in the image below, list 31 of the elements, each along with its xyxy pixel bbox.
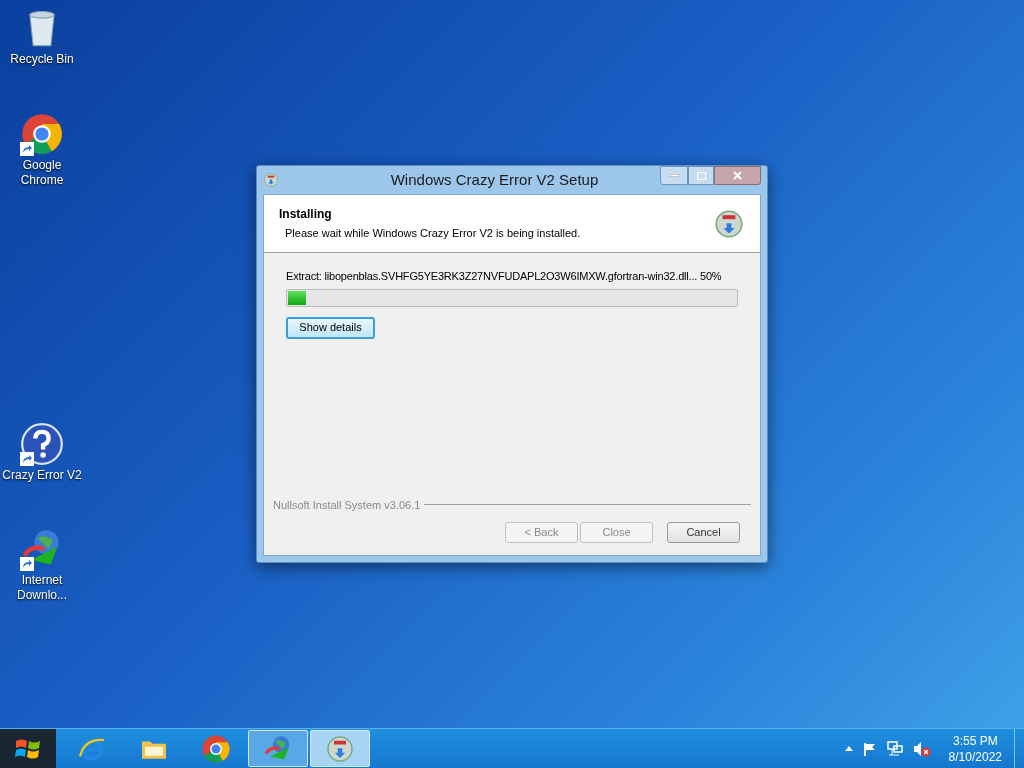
show-details-button[interactable]: Show details — [286, 316, 375, 339]
header-subtitle: Please wait while Windows Crazy Error V2 is being installed. — [285, 226, 582, 242]
clock-time[interactable]: 3:55 PM — [952, 732, 998, 749]
clock-date[interactable]: 8/10/2022 — [948, 748, 1002, 765]
close-button[interactable] — [714, 166, 761, 185]
taskbar-button[interactable] — [248, 730, 308, 767]
installer-disc-icon — [325, 733, 355, 764]
status-text: Extract: libopenblas.SVHFG5YE3RK3Z27NVFUDAPL2O3W6IMXW.gfortran-win32.dll... 50% — [286, 269, 723, 284]
minimize-icon — [669, 174, 679, 177]
chrome-icon — [20, 112, 64, 156]
header-title: Installing — [279, 206, 333, 224]
desktop-icon-label[interactable]: Crazy Error V2 — [1, 468, 83, 483]
desktop-icon-label[interactable]: Internet Downlo... — [12, 573, 72, 603]
taskbar-button[interactable] — [310, 730, 370, 767]
chrome-icon — [201, 733, 231, 764]
installer-disc-icon — [713, 207, 745, 240]
network-icon[interactable] — [886, 741, 903, 756]
desktop-icon-label[interactable]: Recycle Bin — [1, 52, 83, 67]
dialog-button[interactable]: Cancel — [667, 522, 740, 543]
flag-icon[interactable] — [862, 741, 877, 756]
show-hidden-icons-icon[interactable] — [844, 746, 853, 751]
maximize-button[interactable] — [688, 166, 714, 185]
close-icon — [733, 171, 742, 180]
installer-disc-icon — [263, 172, 279, 188]
minimize-button[interactable] — [660, 166, 688, 185]
desktop-icon-label[interactable]: Google Chrome — [1, 158, 83, 188]
branding-text: Nullsoft Install System v3.06.1 — [273, 497, 421, 513]
window-title: Windows Crazy Error V2 Setup — [389, 169, 600, 190]
speaker-muted-icon[interactable] — [912, 740, 931, 757]
maximize-icon — [696, 171, 706, 180]
start-button[interactable] — [0, 729, 56, 768]
